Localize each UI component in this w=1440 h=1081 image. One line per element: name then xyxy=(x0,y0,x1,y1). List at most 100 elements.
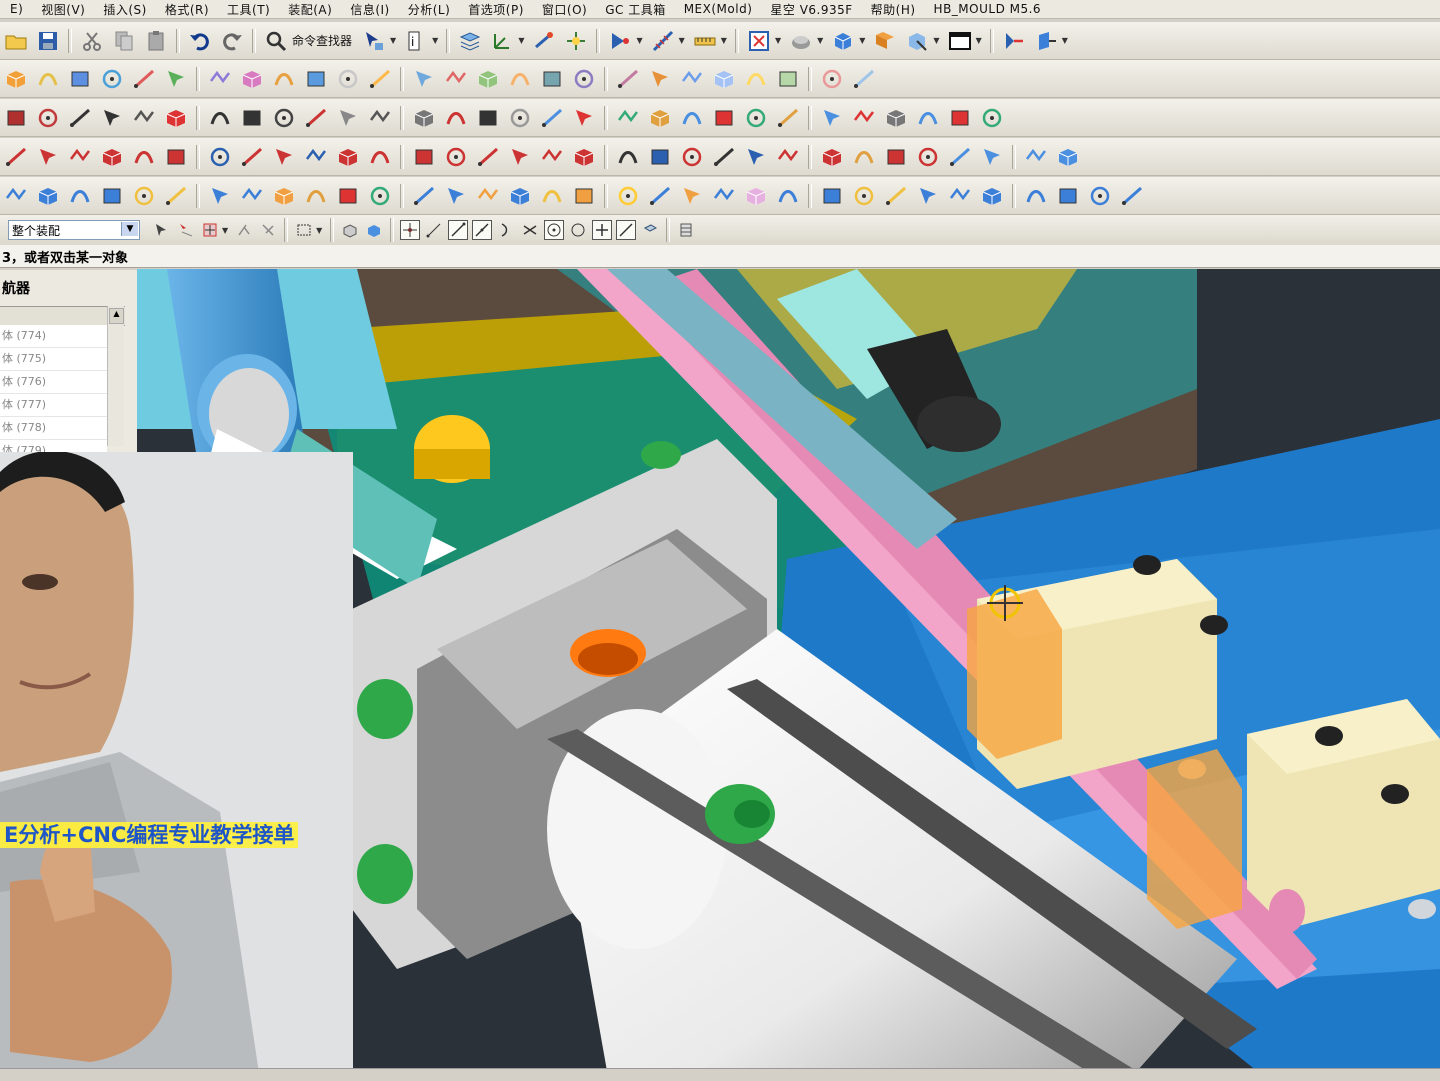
line-icon[interactable] xyxy=(711,144,737,170)
snap-view-icon[interactable] xyxy=(1001,28,1027,54)
line-icon[interactable] xyxy=(131,66,157,92)
menu-insert[interactable]: 插入(S) xyxy=(93,1,154,18)
line-icon[interactable] xyxy=(647,183,673,209)
curve-icon[interactable] xyxy=(303,183,329,209)
cube-icon[interactable] xyxy=(571,144,597,170)
cube-icon[interactable] xyxy=(475,66,501,92)
dropdown-arrow-icon[interactable]: ▼ xyxy=(859,36,865,45)
spline-icon[interactable] xyxy=(239,183,265,209)
cube-icon[interactable] xyxy=(335,144,361,170)
menu-tools[interactable]: 工具(T) xyxy=(217,1,278,18)
circle-icon[interactable] xyxy=(615,183,641,209)
arrow-icon[interactable] xyxy=(443,183,469,209)
rectangle-icon[interactable] xyxy=(947,105,973,131)
arrow-icon[interactable] xyxy=(411,66,437,92)
curve-icon[interactable] xyxy=(743,66,769,92)
curve-icon[interactable] xyxy=(1023,183,1049,209)
rectangle-icon[interactable] xyxy=(3,105,29,131)
arrow-icon[interactable] xyxy=(571,105,597,131)
arrow-icon[interactable] xyxy=(647,66,673,92)
cube-icon[interactable] xyxy=(239,66,265,92)
curve-icon[interactable] xyxy=(679,105,705,131)
circle-icon[interactable] xyxy=(819,66,845,92)
curve-icon[interactable] xyxy=(539,183,565,209)
dropdown-arrow-icon[interactable]: ▼ xyxy=(817,36,823,45)
circle-icon[interactable] xyxy=(131,183,157,209)
layer-icon[interactable] xyxy=(457,28,483,54)
distance-icon[interactable] xyxy=(692,28,718,54)
spline-icon[interactable] xyxy=(1023,144,1049,170)
copy-icon[interactable] xyxy=(111,28,137,54)
list-item[interactable]: 体 (774) xyxy=(0,325,107,348)
circle-icon[interactable] xyxy=(1087,183,1113,209)
rectangle-icon[interactable] xyxy=(647,144,673,170)
dropdown-arrow-icon[interactable]: ▼ xyxy=(679,36,685,45)
line-icon[interactable] xyxy=(411,183,437,209)
component-icon[interactable] xyxy=(340,220,360,240)
cube-icon[interactable] xyxy=(507,183,533,209)
rectangle-icon[interactable] xyxy=(711,105,737,131)
select-filter-icon[interactable] xyxy=(176,220,196,240)
menu-assembly[interactable]: 装配(A) xyxy=(278,1,340,18)
rectangle-icon[interactable] xyxy=(819,183,845,209)
line-icon[interactable] xyxy=(367,66,393,92)
rectangle-icon[interactable] xyxy=(411,144,437,170)
spline-icon[interactable] xyxy=(947,183,973,209)
command-finder-icon[interactable] xyxy=(263,28,289,54)
arrow-icon[interactable] xyxy=(743,144,769,170)
cube-icon[interactable] xyxy=(979,183,1005,209)
spline-icon[interactable] xyxy=(775,144,801,170)
list-item[interactable]: 体 (777) xyxy=(0,394,107,417)
curve-rule-icon[interactable] xyxy=(234,220,254,240)
body-icon[interactable] xyxy=(364,220,384,240)
circle-icon[interactable] xyxy=(335,66,361,92)
existing-point-icon[interactable] xyxy=(592,220,613,240)
background-icon[interactable] xyxy=(947,28,973,54)
cube-icon[interactable] xyxy=(819,144,845,170)
circle-icon[interactable] xyxy=(443,144,469,170)
selection-scope-combo[interactable]: 整个装配 ▼ xyxy=(8,220,140,240)
scroll-up-icon[interactable]: ▲ xyxy=(109,308,124,324)
shaded-cube-icon[interactable] xyxy=(830,28,856,54)
cube-icon[interactable] xyxy=(411,105,437,131)
arrow-icon[interactable] xyxy=(271,144,297,170)
list-item[interactable]: 体 (775) xyxy=(0,348,107,371)
list-item[interactable]: 体 (776) xyxy=(0,371,107,394)
circle-icon[interactable] xyxy=(35,105,61,131)
rectangle-icon[interactable] xyxy=(571,183,597,209)
curve-icon[interactable] xyxy=(207,105,233,131)
spline-icon[interactable] xyxy=(443,66,469,92)
intersection-icon[interactable] xyxy=(520,220,540,240)
line-icon[interactable] xyxy=(947,144,973,170)
cube-icon[interactable] xyxy=(99,144,125,170)
select-tool-icon[interactable] xyxy=(361,28,387,54)
dropdown-arrow-icon[interactable]: ▼ xyxy=(775,36,781,45)
snap-point-enable-icon[interactable] xyxy=(400,220,421,240)
point-on-face-icon[interactable] xyxy=(640,220,660,240)
line-icon[interactable] xyxy=(163,183,189,209)
spline-icon[interactable] xyxy=(131,105,157,131)
spline-icon[interactable] xyxy=(475,183,501,209)
arrow-icon[interactable] xyxy=(207,183,233,209)
menu-view[interactable]: 视图(V) xyxy=(31,1,93,18)
redo-icon[interactable] xyxy=(219,28,245,54)
cube-icon[interactable] xyxy=(647,105,673,131)
rectangle-icon[interactable] xyxy=(303,66,329,92)
menu-edit[interactable]: E) xyxy=(0,2,31,16)
dropdown-arrow-icon[interactable]: ▼ xyxy=(222,226,228,235)
circle-icon[interactable] xyxy=(271,105,297,131)
spline-icon[interactable] xyxy=(679,66,705,92)
curve-icon[interactable] xyxy=(615,144,641,170)
rectangle-icon[interactable] xyxy=(775,66,801,92)
menu-hb-mould[interactable]: HB_MOULD M5.6 xyxy=(924,2,1050,16)
circle-icon[interactable] xyxy=(367,183,393,209)
spline-icon[interactable] xyxy=(303,144,329,170)
open-icon[interactable] xyxy=(3,28,29,54)
cube-icon[interactable] xyxy=(743,183,769,209)
line-icon[interactable] xyxy=(883,183,909,209)
spline-icon[interactable] xyxy=(67,144,93,170)
spline-icon[interactable] xyxy=(3,183,29,209)
undo-icon[interactable] xyxy=(187,28,213,54)
line-icon[interactable] xyxy=(303,105,329,131)
curve-icon[interactable] xyxy=(851,144,877,170)
